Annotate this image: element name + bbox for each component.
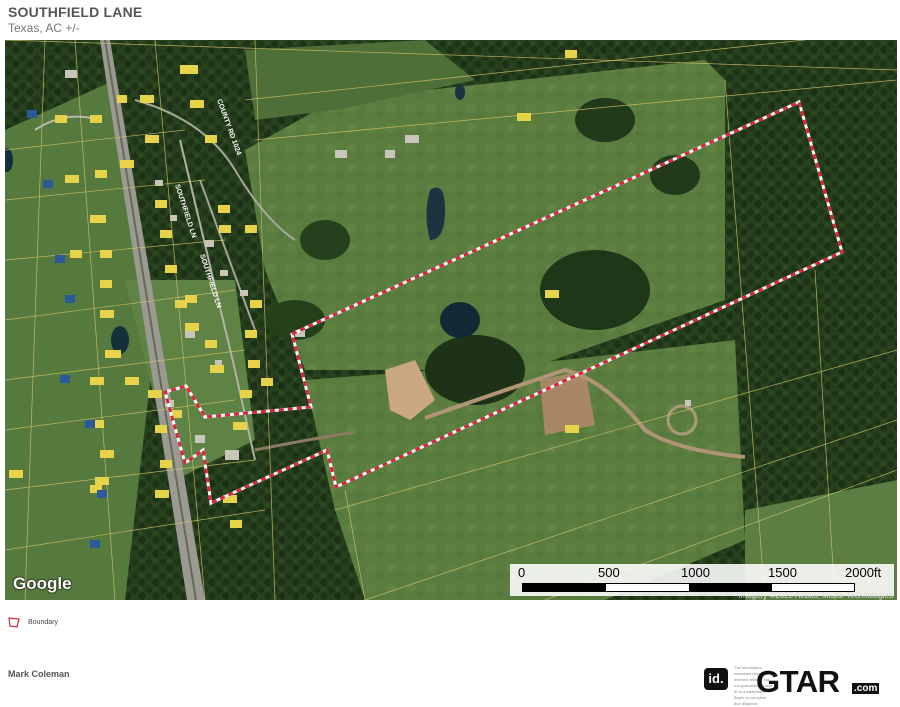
pond-3: [455, 84, 465, 100]
scale-label-500: 500: [598, 565, 620, 580]
forest-east: [725, 40, 897, 510]
trees-center: [425, 335, 525, 405]
land-id-logo: id.: [704, 668, 728, 690]
legend-boundary-label: Boundary: [28, 619, 58, 626]
boundary-outline-icon: [8, 617, 20, 628]
agent-name: Mark Coleman: [8, 669, 70, 679]
trees-left: [300, 220, 350, 260]
scale-label-1000: 1000: [681, 565, 710, 580]
satellite-map[interactable]: COUNTY RD 1024 SOUTHFIELD LN SOUTHFIELD …: [5, 40, 897, 600]
scale-label-0: 0: [518, 565, 526, 580]
pond-1: [440, 302, 480, 338]
scale-label-1500: 1500: [768, 565, 797, 580]
google-logo: Google: [13, 574, 72, 593]
gtar-logo[interactable]: GTAR: [756, 664, 840, 700]
trees-north2: [650, 155, 700, 195]
gtar-logo-suffix: .com: [852, 683, 880, 694]
page-subtitle: Texas, AC +/-: [8, 21, 80, 35]
pond-4: [111, 326, 129, 354]
page-title: SOUTHFIELD LANE: [8, 4, 143, 20]
scale-label-2000: 2000ft: [845, 565, 882, 580]
map-canvas: COUNTY RD 1024 SOUTHFIELD LN SOUTHFIELD …: [5, 40, 897, 600]
trees-north: [575, 98, 635, 142]
map-attribution: Imagery ©2020 Airbus, Maxar Technologies: [738, 591, 893, 600]
